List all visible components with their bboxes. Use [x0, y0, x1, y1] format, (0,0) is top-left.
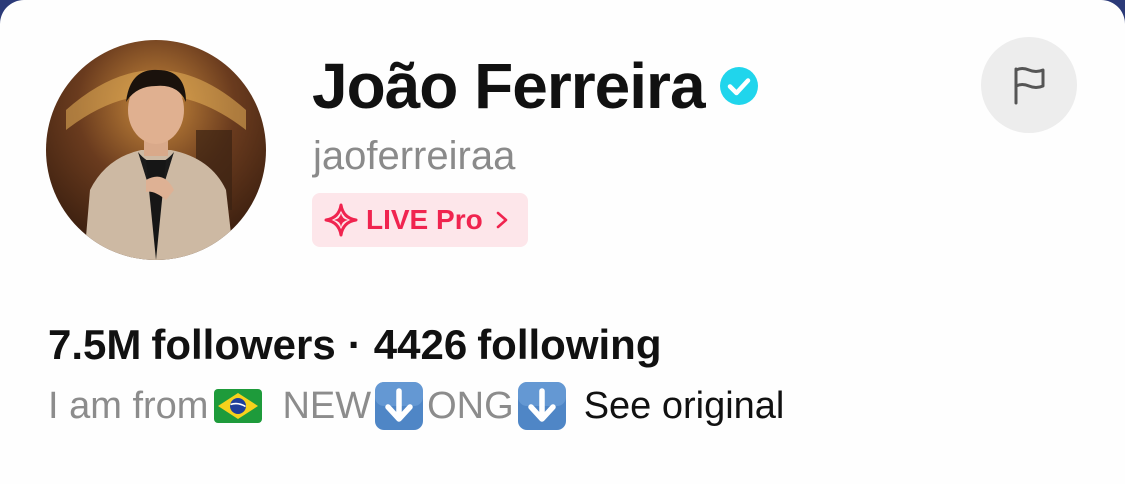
avatar[interactable]: [46, 40, 266, 260]
display-name: João Ferreira: [312, 50, 706, 122]
chevron-right-icon: [496, 211, 508, 229]
followers-label[interactable]: followers: [151, 321, 335, 369]
flag-icon: [1014, 67, 1045, 105]
follow-stats: 7.5M followers · 4426 following: [48, 320, 661, 370]
stats-separator: ·: [347, 321, 362, 368]
followers-count[interactable]: 7.5M: [48, 321, 141, 369]
verified-badge-icon: [719, 67, 758, 105]
profile-sheet: João Ferreira jaoferreiraa LIVE Pro 7.5M…: [0, 0, 1125, 484]
live-pro-button[interactable]: LIVE Pro: [312, 193, 528, 247]
see-original-link[interactable]: See original: [584, 385, 785, 428]
live-pro-label: LIVE Pro: [366, 204, 483, 235]
bio: I am from NEW ONG See original: [48, 380, 784, 432]
report-button[interactable]: [981, 37, 1077, 133]
following-count[interactable]: 4426: [374, 321, 467, 369]
username: jaoferreiraa: [313, 134, 516, 178]
profile-photo: [46, 40, 266, 260]
name-row: João Ferreira: [312, 46, 759, 126]
bio-word-ong: ONG: [427, 384, 514, 427]
bio-word-new: NEW: [282, 384, 372, 427]
sparkle-icon: [324, 203, 358, 237]
brazil-flag-emoji: [214, 389, 263, 423]
down-arrow-emoji: [375, 382, 424, 430]
bio-text-start: I am from: [48, 384, 209, 427]
down-arrow-emoji: [517, 382, 566, 430]
following-label[interactable]: following: [477, 321, 661, 369]
